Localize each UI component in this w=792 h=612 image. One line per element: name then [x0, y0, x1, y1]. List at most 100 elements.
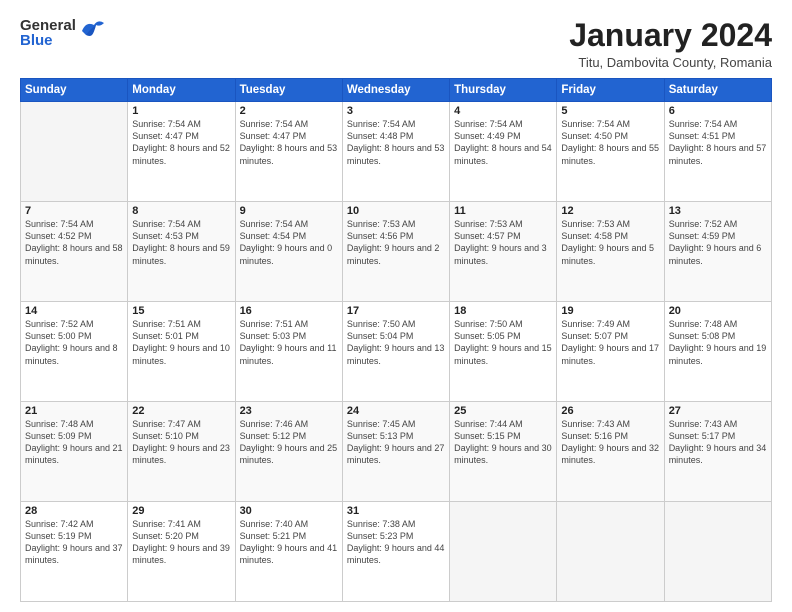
day-info: Sunrise: 7:38 AMSunset: 5:23 PMDaylight:…: [347, 518, 445, 567]
logo-content: General Blue: [20, 18, 106, 48]
day-info: Sunrise: 7:41 AMSunset: 5:20 PMDaylight:…: [132, 518, 230, 567]
day-info: Sunrise: 7:52 AMSunset: 4:59 PMDaylight:…: [669, 218, 767, 267]
day-info: Sunrise: 7:54 AMSunset: 4:47 PMDaylight:…: [132, 118, 230, 167]
calendar-day-cell: 20Sunrise: 7:48 AMSunset: 5:08 PMDayligh…: [664, 302, 771, 402]
day-info: Sunrise: 7:53 AMSunset: 4:58 PMDaylight:…: [561, 218, 659, 267]
col-tuesday: Tuesday: [235, 79, 342, 102]
day-info: Sunrise: 7:54 AMSunset: 4:49 PMDaylight:…: [454, 118, 552, 167]
day-info: Sunrise: 7:50 AMSunset: 5:04 PMDaylight:…: [347, 318, 445, 367]
page: General Blue January 2024 Titu, Dambovit…: [0, 0, 792, 612]
calendar-day-cell: 29Sunrise: 7:41 AMSunset: 5:20 PMDayligh…: [128, 502, 235, 602]
col-friday: Friday: [557, 79, 664, 102]
calendar-day-cell: [557, 502, 664, 602]
day-info: Sunrise: 7:51 AMSunset: 5:01 PMDaylight:…: [132, 318, 230, 367]
calendar-day-cell: 19Sunrise: 7:49 AMSunset: 5:07 PMDayligh…: [557, 302, 664, 402]
calendar-day-cell: 23Sunrise: 7:46 AMSunset: 5:12 PMDayligh…: [235, 402, 342, 502]
location: Titu, Dambovita County, Romania: [569, 55, 772, 70]
calendar-week-row: 21Sunrise: 7:48 AMSunset: 5:09 PMDayligh…: [21, 402, 772, 502]
day-info: Sunrise: 7:44 AMSunset: 5:15 PMDaylight:…: [454, 418, 552, 467]
day-info: Sunrise: 7:48 AMSunset: 5:08 PMDaylight:…: [669, 318, 767, 367]
calendar-day-cell: 11Sunrise: 7:53 AMSunset: 4:57 PMDayligh…: [450, 202, 557, 302]
calendar-day-cell: 2Sunrise: 7:54 AMSunset: 4:47 PMDaylight…: [235, 102, 342, 202]
day-number: 29: [132, 505, 230, 517]
calendar-day-cell: 18Sunrise: 7:50 AMSunset: 5:05 PMDayligh…: [450, 302, 557, 402]
header: General Blue January 2024 Titu, Dambovit…: [20, 18, 772, 70]
logo-blue: Blue: [20, 33, 76, 48]
calendar-day-cell: [450, 502, 557, 602]
day-number: 7: [25, 205, 123, 217]
day-info: Sunrise: 7:45 AMSunset: 5:13 PMDaylight:…: [347, 418, 445, 467]
calendar-day-cell: 5Sunrise: 7:54 AMSunset: 4:50 PMDaylight…: [557, 102, 664, 202]
day-info: Sunrise: 7:54 AMSunset: 4:52 PMDaylight:…: [25, 218, 123, 267]
calendar-week-row: 14Sunrise: 7:52 AMSunset: 5:00 PMDayligh…: [21, 302, 772, 402]
day-number: 22: [132, 405, 230, 417]
day-number: 5: [561, 105, 659, 117]
month-title: January 2024: [569, 18, 772, 53]
day-info: Sunrise: 7:52 AMSunset: 5:00 PMDaylight:…: [25, 318, 123, 367]
calendar-day-cell: 13Sunrise: 7:52 AMSunset: 4:59 PMDayligh…: [664, 202, 771, 302]
calendar-day-cell: 14Sunrise: 7:52 AMSunset: 5:00 PMDayligh…: [21, 302, 128, 402]
calendar-day-cell: 9Sunrise: 7:54 AMSunset: 4:54 PMDaylight…: [235, 202, 342, 302]
day-number: 25: [454, 405, 552, 417]
day-number: 28: [25, 505, 123, 517]
day-number: 18: [454, 305, 552, 317]
calendar-day-cell: 27Sunrise: 7:43 AMSunset: 5:17 PMDayligh…: [664, 402, 771, 502]
calendar-day-cell: 25Sunrise: 7:44 AMSunset: 5:15 PMDayligh…: [450, 402, 557, 502]
day-number: 15: [132, 305, 230, 317]
day-info: Sunrise: 7:54 AMSunset: 4:54 PMDaylight:…: [240, 218, 338, 267]
logo-bird-icon: [78, 17, 106, 44]
calendar-day-cell: 22Sunrise: 7:47 AMSunset: 5:10 PMDayligh…: [128, 402, 235, 502]
logo-name: General Blue: [20, 18, 76, 48]
day-number: 26: [561, 405, 659, 417]
day-info: Sunrise: 7:54 AMSunset: 4:48 PMDaylight:…: [347, 118, 445, 167]
title-section: January 2024 Titu, Dambovita County, Rom…: [569, 18, 772, 70]
day-number: 8: [132, 205, 230, 217]
day-info: Sunrise: 7:42 AMSunset: 5:19 PMDaylight:…: [25, 518, 123, 567]
calendar-table: Sunday Monday Tuesday Wednesday Thursday…: [20, 78, 772, 602]
calendar-day-cell: 4Sunrise: 7:54 AMSunset: 4:49 PMDaylight…: [450, 102, 557, 202]
day-number: 31: [347, 505, 445, 517]
day-info: Sunrise: 7:53 AMSunset: 4:56 PMDaylight:…: [347, 218, 445, 267]
day-info: Sunrise: 7:43 AMSunset: 5:16 PMDaylight:…: [561, 418, 659, 467]
day-number: 14: [25, 305, 123, 317]
logo: General Blue: [20, 18, 106, 48]
day-info: Sunrise: 7:51 AMSunset: 5:03 PMDaylight:…: [240, 318, 338, 367]
day-number: 1: [132, 105, 230, 117]
day-info: Sunrise: 7:43 AMSunset: 5:17 PMDaylight:…: [669, 418, 767, 467]
calendar-day-cell: 26Sunrise: 7:43 AMSunset: 5:16 PMDayligh…: [557, 402, 664, 502]
calendar-day-cell: 10Sunrise: 7:53 AMSunset: 4:56 PMDayligh…: [342, 202, 449, 302]
day-info: Sunrise: 7:50 AMSunset: 5:05 PMDaylight:…: [454, 318, 552, 367]
day-number: 16: [240, 305, 338, 317]
calendar-day-cell: 16Sunrise: 7:51 AMSunset: 5:03 PMDayligh…: [235, 302, 342, 402]
calendar-day-cell: 15Sunrise: 7:51 AMSunset: 5:01 PMDayligh…: [128, 302, 235, 402]
calendar-day-cell: 6Sunrise: 7:54 AMSunset: 4:51 PMDaylight…: [664, 102, 771, 202]
day-info: Sunrise: 7:54 AMSunset: 4:53 PMDaylight:…: [132, 218, 230, 267]
day-number: 23: [240, 405, 338, 417]
col-sunday: Sunday: [21, 79, 128, 102]
day-number: 19: [561, 305, 659, 317]
day-info: Sunrise: 7:54 AMSunset: 4:50 PMDaylight:…: [561, 118, 659, 167]
day-number: 10: [347, 205, 445, 217]
calendar-day-cell: 24Sunrise: 7:45 AMSunset: 5:13 PMDayligh…: [342, 402, 449, 502]
calendar-week-row: 7Sunrise: 7:54 AMSunset: 4:52 PMDaylight…: [21, 202, 772, 302]
calendar-day-cell: 21Sunrise: 7:48 AMSunset: 5:09 PMDayligh…: [21, 402, 128, 502]
calendar-week-row: 28Sunrise: 7:42 AMSunset: 5:19 PMDayligh…: [21, 502, 772, 602]
calendar-day-cell: 30Sunrise: 7:40 AMSunset: 5:21 PMDayligh…: [235, 502, 342, 602]
calendar-day-cell: 8Sunrise: 7:54 AMSunset: 4:53 PMDaylight…: [128, 202, 235, 302]
day-info: Sunrise: 7:49 AMSunset: 5:07 PMDaylight:…: [561, 318, 659, 367]
day-number: 13: [669, 205, 767, 217]
logo-general: General: [20, 18, 76, 33]
calendar-day-cell: 28Sunrise: 7:42 AMSunset: 5:19 PMDayligh…: [21, 502, 128, 602]
day-number: 27: [669, 405, 767, 417]
day-info: Sunrise: 7:54 AMSunset: 4:47 PMDaylight:…: [240, 118, 338, 167]
col-thursday: Thursday: [450, 79, 557, 102]
day-number: 12: [561, 205, 659, 217]
calendar-day-cell: 3Sunrise: 7:54 AMSunset: 4:48 PMDaylight…: [342, 102, 449, 202]
calendar-header-row: Sunday Monday Tuesday Wednesday Thursday…: [21, 79, 772, 102]
day-number: 24: [347, 405, 445, 417]
day-info: Sunrise: 7:48 AMSunset: 5:09 PMDaylight:…: [25, 418, 123, 467]
calendar-day-cell: 1Sunrise: 7:54 AMSunset: 4:47 PMDaylight…: [128, 102, 235, 202]
calendar-day-cell: 31Sunrise: 7:38 AMSunset: 5:23 PMDayligh…: [342, 502, 449, 602]
day-info: Sunrise: 7:46 AMSunset: 5:12 PMDaylight:…: [240, 418, 338, 467]
day-info: Sunrise: 7:47 AMSunset: 5:10 PMDaylight:…: [132, 418, 230, 467]
